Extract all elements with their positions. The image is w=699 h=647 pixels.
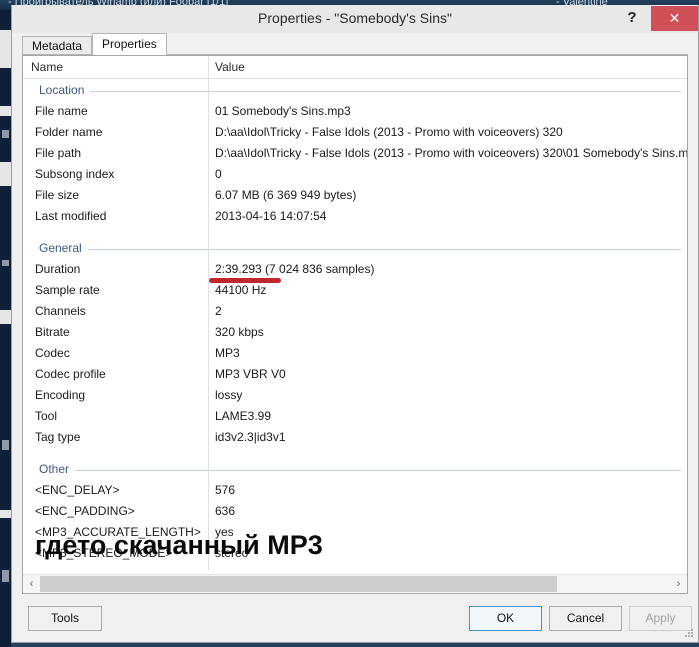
column-header-value[interactable]: Value (215, 56, 245, 78)
table-row-sample-rate[interactable]: Sample rate 44100 Hz (23, 280, 687, 301)
table-row[interactable]: Last modified 2013-04-16 14:07:54 (23, 206, 687, 227)
row-name: Tag type (35, 430, 81, 444)
row-value: 6.07 MB (6 369 949 bytes) (215, 188, 357, 202)
ok-button[interactable]: OK (469, 606, 542, 631)
column-header-name[interactable]: Name (31, 56, 63, 78)
dialog-titlebar: Properties - "Somebody's Sins" ? ✕ (12, 5, 698, 33)
row-value: 2013-04-16 14:07:54 (215, 209, 327, 223)
group-header-general: General (23, 237, 687, 259)
apply-button: Apply (629, 606, 692, 631)
row-name: Codec profile (35, 367, 106, 381)
row-value: id3v2.3|id3v1 (215, 430, 286, 444)
row-name: <ENC_PADDING> (35, 504, 135, 518)
scroll-left-arrow-icon[interactable]: ‹ (23, 575, 40, 593)
list-header-row: Name Value (23, 56, 687, 79)
table-row[interactable]: Bitrate 320 kbps (23, 322, 687, 343)
row-name: File path (35, 146, 82, 160)
table-row[interactable]: Folder name D:\aa\Idol\Tricky - False Id… (23, 122, 687, 143)
row-value: MP3 VBR V0 (215, 367, 286, 381)
row-value: 636 (215, 504, 236, 518)
horizontal-scrollbar[interactable]: ‹ › (23, 574, 687, 593)
tools-button[interactable]: Tools (28, 606, 102, 631)
table-row[interactable]: Encoding lossy (23, 385, 687, 406)
row-name: File name (35, 104, 88, 118)
group-label: Location (39, 79, 91, 101)
properties-list: Name Value Location File name 01 Somebod… (22, 55, 688, 594)
group-label: Other (39, 458, 76, 480)
table-row[interactable]: <ENC_DELAY> 576 (23, 480, 687, 501)
tab-properties[interactable]: Properties (92, 33, 167, 55)
group-rule (39, 249, 681, 250)
scroll-right-arrow-icon[interactable]: › (670, 575, 687, 593)
properties-dialog: Properties - "Somebody's Sins" ? ✕ Metad… (11, 5, 699, 643)
row-value: 320 kbps (215, 325, 264, 339)
row-name: Tool (35, 409, 58, 423)
cancel-button[interactable]: Cancel (549, 606, 622, 631)
row-name: <ENC_DELAY> (35, 483, 120, 497)
row-name: Subsong index (35, 167, 115, 181)
row-name: Sample rate (35, 283, 100, 297)
row-value: 2 (215, 304, 222, 318)
table-row[interactable]: File size 6.07 MB (6 369 949 bytes) (23, 185, 687, 206)
row-value: D:\aa\Idol\Tricky - False Idols (2013 - … (215, 125, 563, 139)
row-name: Duration (35, 262, 81, 276)
row-value: 576 (215, 483, 236, 497)
handwritten-caption-annotation: гдето скачанный МР3 (35, 530, 323, 560)
group-rule (39, 91, 681, 92)
row-name: Codec (35, 346, 70, 360)
table-row[interactable]: Codec MP3 (23, 343, 687, 364)
table-row[interactable]: Duration 2:39.293 (7 024 836 samples) (23, 259, 687, 280)
group-rule (39, 470, 681, 471)
row-value: MP3 (215, 346, 240, 360)
row-value: 44100 Hz (215, 283, 267, 297)
group-header-other: Other (23, 458, 687, 480)
background-window-left-edge (0, 10, 11, 647)
row-name: Folder name (35, 125, 103, 139)
table-row[interactable]: Subsong index 0 (23, 164, 687, 185)
row-name: File size (35, 188, 80, 202)
row-name: Last modified (35, 209, 107, 223)
table-row[interactable]: File path D:\aa\Idol\Tricky - False Idol… (23, 143, 687, 164)
row-name: Channels (35, 304, 86, 318)
table-row[interactable]: Channels 2 (23, 301, 687, 322)
dialog-title: Properties - "Somebody's Sins" (258, 10, 452, 26)
table-row[interactable]: Tool LAME3.99 (23, 406, 687, 427)
row-value: 01 Somebody's Sins.mp3 (215, 104, 351, 118)
row-value: 2:39.293 (7 024 836 samples) (215, 262, 375, 276)
scrollbar-track[interactable] (40, 575, 670, 593)
table-row[interactable]: File name 01 Somebody's Sins.mp3 (23, 101, 687, 122)
scrollbar-thumb[interactable] (40, 576, 557, 592)
group-header-location: Location (23, 79, 687, 101)
close-icon[interactable]: ✕ (651, 6, 698, 31)
row-value: LAME3.99 (215, 409, 272, 423)
list-rows: Location File name 01 Somebody's Sins.mp… (23, 79, 687, 564)
table-row[interactable]: Tag type id3v2.3|id3v1 (23, 427, 687, 448)
group-label: General (39, 237, 88, 259)
help-icon[interactable]: ? (618, 5, 646, 31)
tab-strip: Metadata Properties (12, 33, 698, 55)
row-value: 0 (215, 167, 222, 181)
resize-grip-icon[interactable] (685, 629, 695, 639)
row-value: D:\aa\Idol\Tricky - False Idols (2013 - … (215, 146, 688, 160)
header-column-divider (208, 56, 209, 78)
dialog-button-bar: Tools OK Cancel Apply (12, 594, 698, 642)
row-name: Bitrate (35, 325, 70, 339)
table-row[interactable]: <ENC_PADDING> 636 (23, 501, 687, 522)
tab-metadata[interactable]: Metadata (22, 36, 93, 55)
table-row[interactable]: Codec profile MP3 VBR V0 (23, 364, 687, 385)
red-underline-annotation (209, 278, 281, 283)
row-name: Encoding (35, 388, 86, 402)
row-value: lossy (215, 388, 243, 402)
